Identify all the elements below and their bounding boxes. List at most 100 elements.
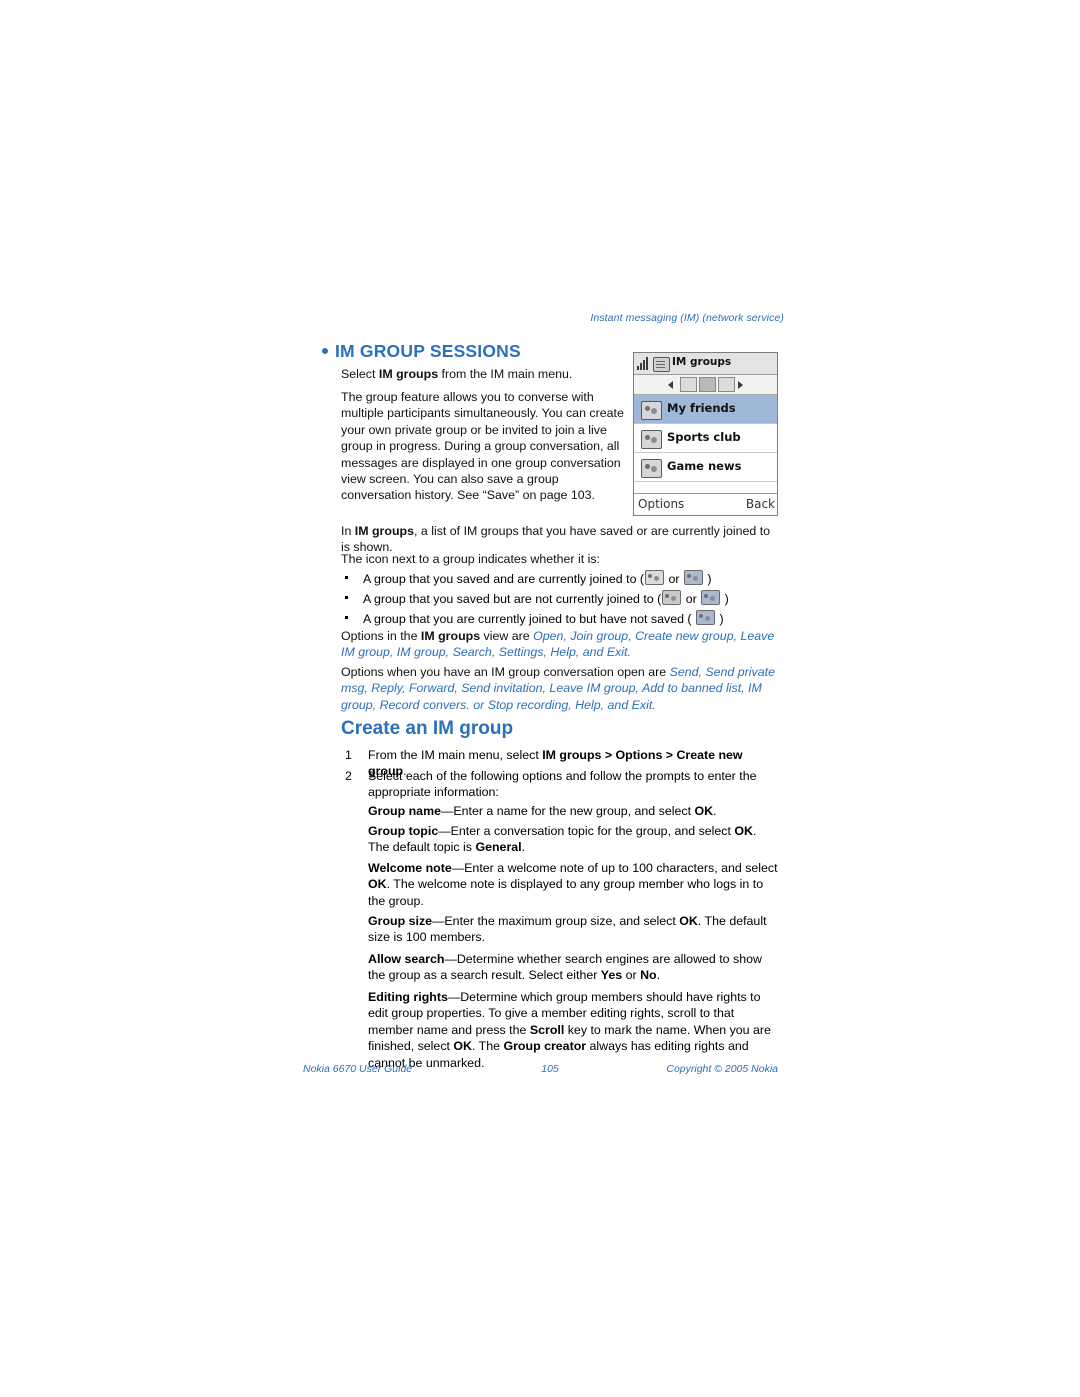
- text-pre: Options when you have an IM group conver…: [341, 665, 670, 679]
- field-label: Editing rights: [368, 990, 448, 1004]
- section-heading-row: IM GROUP SESSIONS: [322, 341, 652, 362]
- field-tail: .: [713, 804, 717, 818]
- inline-bold: IM groups: [420, 629, 481, 643]
- subsection-heading: Create an IM group: [341, 718, 514, 739]
- field-bold-tail: Scroll: [529, 1022, 565, 1037]
- field-text: —Enter the maximum group size, and selec…: [432, 914, 680, 928]
- bullet-or: or: [685, 592, 697, 606]
- text-pre: Options in the: [341, 629, 421, 643]
- field-tail: or: [622, 968, 641, 983]
- bullet-text-a: A group that you saved and are currently…: [363, 572, 645, 586]
- bullet-icon: [322, 348, 328, 355]
- field-bold-tail: Yes: [600, 968, 623, 983]
- bullet-text-b: ): [724, 592, 729, 606]
- field-label: Group name: [368, 804, 441, 818]
- footer-copyright: Copyright © 2005 Nokia: [666, 1063, 778, 1075]
- text-mid: view are: [480, 629, 534, 643]
- field-bold-tail: OK: [694, 804, 714, 818]
- field-label: Allow search: [368, 952, 445, 966]
- group-saved-notjoined-icon-alt: [701, 590, 721, 605]
- chevron-right-icon[interactable]: [738, 381, 743, 389]
- paragraph-options-conversation: Options when you have an IM group conver…: [341, 664, 778, 713]
- field-text: —Enter a welcome note of up to 100 chara…: [451, 861, 778, 875]
- field-editing-rights: Editing rights—Determine which group mem…: [368, 989, 778, 1071]
- bullet-icon: [345, 576, 348, 579]
- tab-3[interactable]: [718, 377, 735, 392]
- softkey-back[interactable]: Back: [746, 497, 775, 511]
- phone-group-list: My friends Sports club Game news: [634, 395, 777, 482]
- field-tail2: .: [521, 840, 526, 855]
- field-group-topic: Group topic—Enter a conversation topic f…: [368, 823, 778, 856]
- list-item: A group that you saved and are currently…: [341, 570, 778, 588]
- tab-2-selected[interactable]: [699, 377, 716, 392]
- field-group-size: Group size—Enter the maximum group size,…: [368, 913, 778, 946]
- field-welcome-note: Welcome note—Enter a welcome note of up …: [368, 860, 778, 909]
- field-bold-tail2: No: [640, 968, 657, 983]
- running-head: Instant messaging (IM) (network service): [590, 312, 784, 324]
- list-item-label: Sports club: [667, 430, 741, 444]
- step-text-a: From the IM main menu, select: [368, 748, 543, 762]
- phone-screenshot: IM groups My friends Sports club Game ne…: [633, 352, 778, 516]
- field-allow-search: Allow search—Determine whether search en…: [368, 951, 778, 984]
- field-tail2: . The: [472, 1039, 504, 1054]
- paragraph-options-view: Options in the IM groups view are Open, …: [341, 628, 778, 661]
- bullet-or: or: [668, 572, 680, 586]
- section-heading: IM GROUP SESSIONS: [335, 341, 521, 361]
- list-item-label: Game news: [667, 459, 742, 473]
- im-groups-icon: [653, 357, 670, 372]
- inline-bold: IM groups: [378, 367, 439, 381]
- bullet-text-a: A group that you saved but are not curre…: [363, 592, 662, 606]
- field-label: Group topic: [368, 824, 439, 838]
- step-number: 1: [345, 748, 352, 762]
- list-item[interactable]: My friends: [634, 395, 777, 424]
- field-text: —Enter a conversation topic for the grou…: [438, 824, 735, 838]
- list-item: 2 Select each of the following options a…: [341, 768, 778, 801]
- list-item: A group that you are currently joined to…: [341, 610, 778, 628]
- field-label: Welcome note: [368, 861, 452, 875]
- field-bold-tail: OK: [368, 877, 387, 892]
- step-number: 2: [345, 769, 352, 783]
- field-label: Group size: [368, 914, 433, 928]
- paragraph-icon-indicates: The icon next to a group indicates wheth…: [341, 552, 600, 566]
- group-joined-notsaved-icon: [696, 610, 716, 625]
- phone-titlebar: IM groups: [634, 353, 777, 375]
- phone-tab-row[interactable]: [634, 375, 777, 395]
- field-tail2: .: [656, 968, 661, 983]
- chevron-left-icon[interactable]: [668, 381, 673, 389]
- group-icon: [641, 459, 662, 478]
- group-saved-joined-icon: [645, 570, 665, 585]
- paragraph-select-im-groups: Select IM groups from the IM main menu.: [341, 367, 573, 381]
- field-bold-tail: OK: [679, 914, 698, 928]
- field-bold-tail2: General: [475, 840, 522, 855]
- bullet-text-a: A group that you are currently joined to…: [363, 612, 692, 626]
- document-page: Instant messaging (IM) (network service)…: [0, 0, 1080, 1397]
- signal-icon: [637, 356, 650, 371]
- phone-title: IM groups: [672, 356, 732, 368]
- bullet-list: A group that you saved and are currently…: [341, 570, 778, 630]
- footer-left: Nokia 6670 User Guide: [303, 1063, 413, 1075]
- list-item: A group that you saved but are not curre…: [341, 590, 778, 608]
- footer-page-number: 105: [541, 1063, 559, 1075]
- phone-softkey-bar: Options Back: [634, 493, 777, 515]
- field-tail: . The welcome note is displayed to any g…: [368, 877, 764, 908]
- tab-1[interactable]: [680, 377, 697, 392]
- numbered-step-2: 2 Select each of the following options a…: [341, 768, 778, 806]
- softkey-options[interactable]: Options: [638, 497, 684, 511]
- inline-bold: IM groups: [354, 524, 414, 538]
- field-bold-tail2: OK: [453, 1039, 472, 1054]
- bullet-text-b: ): [707, 572, 712, 586]
- paragraph-group-feature: The group feature allows you to converse…: [341, 390, 624, 503]
- bullet-text-b: ): [719, 612, 724, 626]
- bullet-icon: [345, 596, 348, 599]
- group-icon: [641, 430, 662, 449]
- text-pre: In: [341, 524, 355, 538]
- list-item[interactable]: Game news: [634, 453, 777, 482]
- group-saved-joined-icon-alt: [683, 570, 703, 585]
- field-bold-tail3: Group creator: [503, 1039, 587, 1054]
- field-group-name: Group name—Enter a name for the new grou…: [368, 803, 778, 819]
- group-icon: [641, 401, 662, 420]
- list-item[interactable]: Sports club: [634, 424, 777, 453]
- list-item-label: My friends: [667, 401, 736, 415]
- field-text: —Enter a name for the new group, and sel…: [440, 804, 695, 818]
- step-text-a: Select each of the following options and…: [368, 769, 757, 800]
